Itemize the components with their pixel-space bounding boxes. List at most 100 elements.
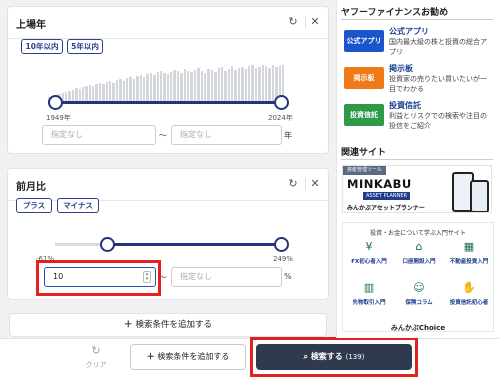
clear-button[interactable]: ↻ クリア bbox=[78, 344, 114, 374]
histogram-bar bbox=[71, 90, 75, 101]
reset-icon[interactable]: ↻ bbox=[285, 176, 301, 192]
histogram-bar bbox=[75, 88, 78, 101]
histogram-bar bbox=[231, 66, 234, 101]
histogram-bar bbox=[102, 84, 105, 101]
people-icon: ☺ bbox=[413, 281, 425, 294]
minkabu-banner[interactable]: 資産管理ツール MINKABU ASSET PLANNER みんかぶアセットプラ… bbox=[342, 165, 492, 213]
prev-month-ratio-slider-max-handle[interactable] bbox=[274, 237, 289, 252]
learn-section: 投資・お金について学ぶ入門サイト ¥ FX初心者入門 ⌂ 口座開設入門 ▦ 不動産投資… bbox=[342, 222, 494, 332]
histogram-bar bbox=[125, 78, 129, 101]
range-separator: 〜 bbox=[159, 131, 167, 140]
histogram-bar bbox=[129, 77, 132, 101]
service-title: 公式アプリ bbox=[389, 27, 429, 36]
histogram-bar bbox=[92, 86, 95, 101]
histogram-bar bbox=[200, 71, 203, 101]
histogram-bar bbox=[258, 67, 261, 101]
listing-year-from-input[interactable]: 指定なし bbox=[42, 125, 156, 145]
banner-caption: みんかぶアセットプランナー bbox=[347, 205, 425, 212]
histogram-bar bbox=[244, 69, 248, 101]
histogram-bar bbox=[217, 68, 220, 101]
histogram-bar bbox=[81, 87, 85, 101]
prev-month-ratio-to-input[interactable]: 指定なし bbox=[171, 267, 282, 287]
histogram-bar bbox=[176, 71, 180, 101]
add-condition-button[interactable]: ＋ 検索条件を追加する bbox=[9, 313, 327, 337]
banner-sub: ASSET PLANNER bbox=[363, 192, 411, 200]
prev-month-ratio-unit: % bbox=[284, 272, 292, 281]
chip-within-5-years[interactable]: 5年以内 bbox=[67, 39, 103, 54]
service-title: 投資信託 bbox=[389, 101, 421, 110]
service-investment-trust[interactable]: 投資信託 投資信託 利益とリスクでの検索や注目の投信をご紹介 bbox=[340, 100, 492, 134]
prev-month-ratio-slider-track bbox=[108, 243, 282, 246]
histogram-bar bbox=[163, 73, 166, 101]
learn-item-fund-beginner[interactable]: ✋ 投資信託初心者 bbox=[443, 281, 495, 311]
histogram-bar bbox=[109, 81, 112, 101]
histogram-bar bbox=[251, 65, 254, 101]
app-icon: 公式アプリ bbox=[344, 30, 384, 52]
listing-year-slider-max-handle[interactable] bbox=[274, 95, 289, 110]
listing-year-min-label: 1949年 bbox=[46, 114, 71, 122]
histogram-bar bbox=[224, 71, 227, 101]
histogram-bar bbox=[119, 79, 122, 101]
reset-icon[interactable]: ↻ bbox=[285, 14, 301, 30]
histogram-bar bbox=[136, 76, 139, 101]
histogram-bar bbox=[254, 68, 258, 101]
histogram-bar bbox=[248, 66, 251, 101]
learn-item-label: 投資信託初心者 bbox=[449, 300, 489, 306]
learn-item-futures[interactable]: ▥ 先物取引入門 bbox=[343, 281, 395, 311]
chip-within-10-years[interactable]: 10年以内 bbox=[21, 39, 63, 54]
listing-year-filter-card: 上場年 ↻ ✕ 10年以内 5年以内 1949年 2024年 指定なし 〜 指定… bbox=[7, 6, 329, 154]
listing-year-to-input[interactable]: 指定なし bbox=[171, 125, 282, 145]
chart-icon: ▥ bbox=[363, 281, 375, 294]
histogram-bar bbox=[122, 81, 125, 101]
histogram-bar bbox=[268, 68, 271, 101]
board-icon: 掲示板 bbox=[344, 67, 384, 89]
learn-item-account[interactable]: ⌂ 口座開設入門 bbox=[393, 240, 445, 270]
histogram-bar bbox=[271, 65, 275, 101]
histogram-bar bbox=[241, 67, 244, 101]
learn-item-label: 先物取引入門 bbox=[352, 300, 386, 306]
histogram-bar bbox=[180, 73, 183, 101]
histogram-bar bbox=[88, 85, 92, 101]
histogram-bar bbox=[64, 92, 68, 101]
listing-year-slider-min-handle[interactable] bbox=[48, 95, 63, 110]
histogram-bar bbox=[146, 74, 149, 101]
histogram-bar bbox=[214, 72, 217, 101]
prev-month-ratio-filter-header: 前月比 ↻ ✕ bbox=[8, 169, 328, 201]
chip-minus[interactable]: マイナス bbox=[57, 198, 99, 213]
add-condition-bottom-button[interactable]: ＋ 検索条件を追加する bbox=[130, 344, 246, 370]
chip-plus[interactable]: プラス bbox=[16, 198, 52, 213]
service-message-board[interactable]: 掲示板 掲示板 投資家の売りたい買いたいが一目でわかる bbox=[340, 63, 492, 97]
sidebar-title-divider bbox=[341, 19, 493, 20]
service-description: 利益とリスクでの検索や注目の投信をご紹介 bbox=[389, 112, 487, 130]
plus-icon: ＋ bbox=[146, 352, 158, 361]
add-condition-label: 検索条件を追加する bbox=[135, 320, 212, 330]
histogram-bar bbox=[170, 72, 173, 101]
service-description: 投資家の売りたい買いたいが一目でわかる bbox=[389, 75, 487, 93]
close-icon[interactable]: ✕ bbox=[307, 14, 323, 30]
listing-year-slider-track bbox=[48, 101, 284, 104]
banner-brand: MINKABU bbox=[347, 177, 412, 191]
histogram-bar bbox=[173, 70, 176, 101]
close-icon[interactable]: ✕ bbox=[307, 176, 323, 192]
histogram-bar bbox=[193, 70, 197, 101]
learn-item-fx[interactable]: ¥ FX初心者入門 bbox=[343, 240, 395, 270]
learn-item-label: 不動産投資入門 bbox=[449, 259, 489, 265]
listing-year-max-label: 2024年 bbox=[268, 114, 293, 122]
histogram-bar bbox=[139, 75, 142, 101]
histogram-bar bbox=[227, 69, 231, 101]
prev-month-ratio-slider-min-handle[interactable] bbox=[100, 237, 115, 252]
service-official-app[interactable]: 公式アプリ 公式アプリ 国内最大級の株と投資の総合アプリ bbox=[340, 26, 492, 60]
learn-item-insurance[interactable]: ☺ 保険コラム bbox=[393, 281, 445, 311]
hand-coin-icon: ✋ bbox=[462, 281, 476, 294]
histogram-bar bbox=[203, 73, 207, 101]
histogram-bar bbox=[210, 70, 214, 101]
prev-month-ratio-filter-title: 前月比 bbox=[16, 182, 46, 193]
histogram-bar bbox=[183, 69, 187, 101]
learn-item-real-estate[interactable]: ▦ 不動産投資入門 bbox=[443, 240, 495, 270]
related-sites-title: 関連サイト bbox=[341, 148, 387, 158]
listing-year-filter-title: 上場年 bbox=[16, 20, 46, 31]
add-condition-bottom-label: 検索条件を追加する bbox=[157, 352, 230, 361]
phone-mockup-icon bbox=[470, 180, 489, 212]
learn-title: 投資・お金について学ぶ入門サイト bbox=[370, 230, 466, 237]
histogram-bar bbox=[105, 82, 109, 101]
